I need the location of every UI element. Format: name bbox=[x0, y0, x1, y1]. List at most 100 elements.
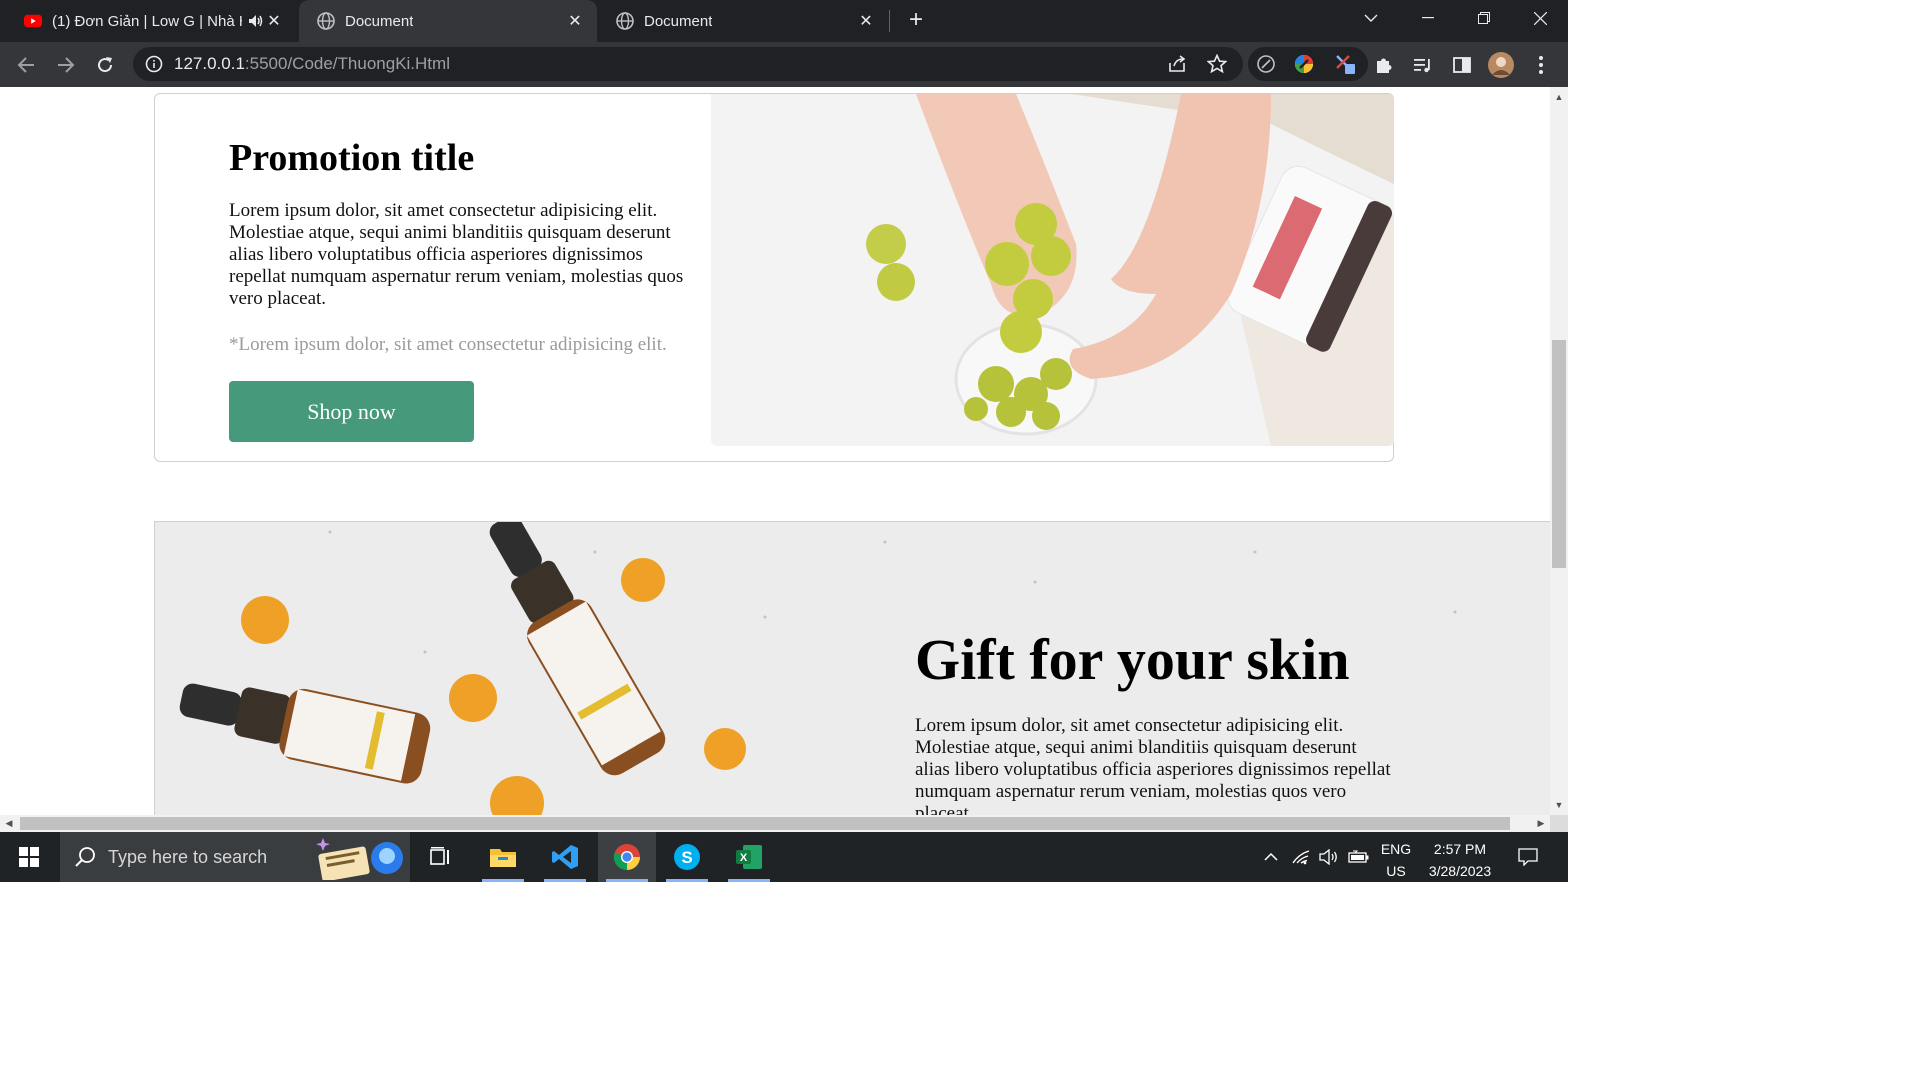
info-icon[interactable] bbox=[145, 55, 163, 73]
chrome-icon bbox=[613, 844, 640, 871]
minimize-button[interactable] bbox=[1400, 0, 1456, 36]
address-bar[interactable]: 127.0.0.1:5500/Code/ThuongKi.Html bbox=[133, 47, 1243, 81]
puzzle-icon bbox=[1377, 58, 1392, 73]
minimize-icon bbox=[1422, 17, 1434, 19]
gift-section: Gift for your skin Lorem ipsum dolor, si… bbox=[154, 521, 1550, 815]
kebab-menu-icon bbox=[1539, 56, 1543, 74]
reading-list-button[interactable] bbox=[1409, 51, 1437, 79]
search-icon bbox=[75, 847, 95, 867]
battery-button[interactable] bbox=[1346, 832, 1372, 882]
clock-time: 2:57 PM bbox=[1433, 841, 1487, 857]
reload-button[interactable] bbox=[91, 51, 119, 79]
scroll-up-arrow-icon[interactable]: ▲ bbox=[1550, 89, 1568, 105]
vertical-scrollbar[interactable]: ▲ ▼ bbox=[1550, 87, 1568, 815]
side-panel-icon bbox=[1453, 57, 1471, 73]
show-hidden-icons-button[interactable] bbox=[1258, 832, 1284, 882]
clock-date: 3/28/2023 bbox=[1428, 863, 1492, 879]
color-picker-extension-icon[interactable] bbox=[1294, 54, 1314, 74]
extensions-button[interactable] bbox=[1370, 51, 1398, 79]
vscode-icon bbox=[552, 845, 578, 869]
chrome-app[interactable] bbox=[598, 832, 656, 882]
tab-youtube[interactable]: (1) Đơn Giản | Low G | Nhà H ✕ bbox=[6, 0, 296, 42]
svg-text:X: X bbox=[740, 852, 748, 864]
start-button[interactable] bbox=[0, 832, 58, 882]
close-icon[interactable]: ✕ bbox=[856, 11, 876, 31]
app-running-indicator bbox=[544, 879, 586, 882]
page-viewport: Promotion title Lorem ipsum dolor, sit a… bbox=[0, 87, 1550, 815]
new-tab-button[interactable]: + bbox=[902, 8, 930, 34]
avatar bbox=[1488, 52, 1514, 78]
forward-button[interactable] bbox=[52, 51, 80, 79]
profile-button[interactable] bbox=[1487, 51, 1515, 79]
task-view-button[interactable] bbox=[412, 832, 470, 882]
restore-icon bbox=[1478, 12, 1490, 24]
search-highlight-illustration-icon bbox=[316, 838, 403, 880]
back-arrow-icon bbox=[17, 57, 34, 73]
skype-app[interactable]: S bbox=[658, 832, 716, 882]
app-running-indicator bbox=[728, 879, 770, 882]
youtube-icon bbox=[24, 14, 42, 28]
back-button[interactable] bbox=[12, 51, 40, 79]
svg-text:S: S bbox=[681, 848, 692, 867]
system-clock[interactable]: 2:57 PM 3/28/2023 bbox=[1420, 838, 1500, 882]
horizontal-scrollbar[interactable]: ◀ ▶ bbox=[0, 815, 1550, 832]
tab-document[interactable]: Document ✕ bbox=[598, 0, 888, 42]
tab-strip: (1) Đơn Giản | Low G | Nhà H ✕ Document … bbox=[0, 0, 1568, 42]
promotion-card: Promotion title Lorem ipsum dolor, sit a… bbox=[154, 93, 1394, 462]
scroll-left-arrow-icon[interactable]: ◀ bbox=[0, 815, 18, 832]
language-code: ENG bbox=[1380, 841, 1412, 857]
globe-icon bbox=[317, 12, 335, 30]
promotion-image-gummies bbox=[711, 94, 1394, 446]
task-view-icon bbox=[430, 847, 449, 865]
file-explorer-app[interactable] bbox=[474, 832, 532, 882]
translate-extension-icon[interactable] bbox=[1334, 53, 1356, 75]
playlist-icon bbox=[1414, 59, 1430, 73]
volume-button[interactable] bbox=[1316, 832, 1342, 882]
app-running-indicator bbox=[482, 879, 524, 882]
network-button[interactable] bbox=[1288, 832, 1314, 882]
horizontal-scroll-thumb[interactable] bbox=[20, 817, 1510, 830]
excel-icon: X bbox=[736, 845, 762, 869]
notification-center-button[interactable] bbox=[1510, 832, 1546, 882]
folder-icon bbox=[490, 849, 516, 867]
bookmark-star-icon[interactable] bbox=[1207, 54, 1227, 74]
compass-extension-icon[interactable] bbox=[1256, 54, 1276, 74]
search-placeholder: Type here to search bbox=[108, 847, 268, 867]
excel-app[interactable]: X bbox=[720, 832, 778, 882]
promotion-title: Promotion title bbox=[229, 137, 475, 179]
url-host: 127.0.0.1 bbox=[174, 54, 245, 73]
vertical-scroll-thumb[interactable] bbox=[1552, 340, 1566, 568]
close-icon[interactable]: ✕ bbox=[264, 11, 284, 31]
windows-taskbar: Type here to search S X ENG US 2:57 PM 3… bbox=[0, 832, 1568, 882]
reload-icon bbox=[98, 57, 113, 73]
browser-toolbar: 127.0.0.1:5500/Code/ThuongKi.Html bbox=[0, 42, 1568, 87]
taskbar-search-box[interactable]: Type here to search bbox=[60, 832, 410, 882]
scroll-right-arrow-icon[interactable]: ▶ bbox=[1532, 815, 1550, 832]
url-text[interactable]: 127.0.0.1:5500/Code/ThuongKi.Html bbox=[174, 54, 450, 74]
app-running-indicator bbox=[666, 879, 708, 882]
vscode-app[interactable] bbox=[536, 832, 594, 882]
wifi-icon bbox=[1292, 850, 1310, 865]
tab-search-button[interactable] bbox=[1343, 0, 1399, 36]
url-path: :5500/Code/ThuongKi.Html bbox=[244, 54, 450, 73]
tab-document-active[interactable]: Document ✕ bbox=[299, 0, 597, 42]
notification-icon bbox=[1518, 848, 1538, 866]
restore-button[interactable] bbox=[1456, 0, 1512, 36]
app-running-indicator bbox=[606, 879, 648, 882]
extensions-group bbox=[1248, 47, 1368, 81]
scroll-down-arrow-icon[interactable]: ▼ bbox=[1550, 797, 1568, 813]
close-window-button[interactable] bbox=[1512, 0, 1568, 36]
close-icon[interactable]: ✕ bbox=[565, 11, 585, 31]
promotion-description: Lorem ipsum dolor, sit amet consectetur … bbox=[229, 200, 684, 309]
shop-now-button[interactable]: Shop now bbox=[229, 381, 474, 442]
speaker-icon bbox=[1319, 849, 1337, 865]
menu-button[interactable] bbox=[1527, 51, 1555, 79]
globe-icon bbox=[616, 12, 634, 30]
side-panel-button[interactable] bbox=[1448, 51, 1476, 79]
forward-arrow-icon bbox=[58, 57, 75, 73]
share-icon[interactable] bbox=[1168, 55, 1188, 73]
chevron-up-icon bbox=[1264, 853, 1278, 861]
speaker-icon[interactable] bbox=[248, 14, 264, 28]
input-language-indicator[interactable]: ENG US bbox=[1376, 838, 1416, 882]
gift-description: Lorem ipsum dolor, sit amet consectetur … bbox=[915, 715, 1391, 815]
